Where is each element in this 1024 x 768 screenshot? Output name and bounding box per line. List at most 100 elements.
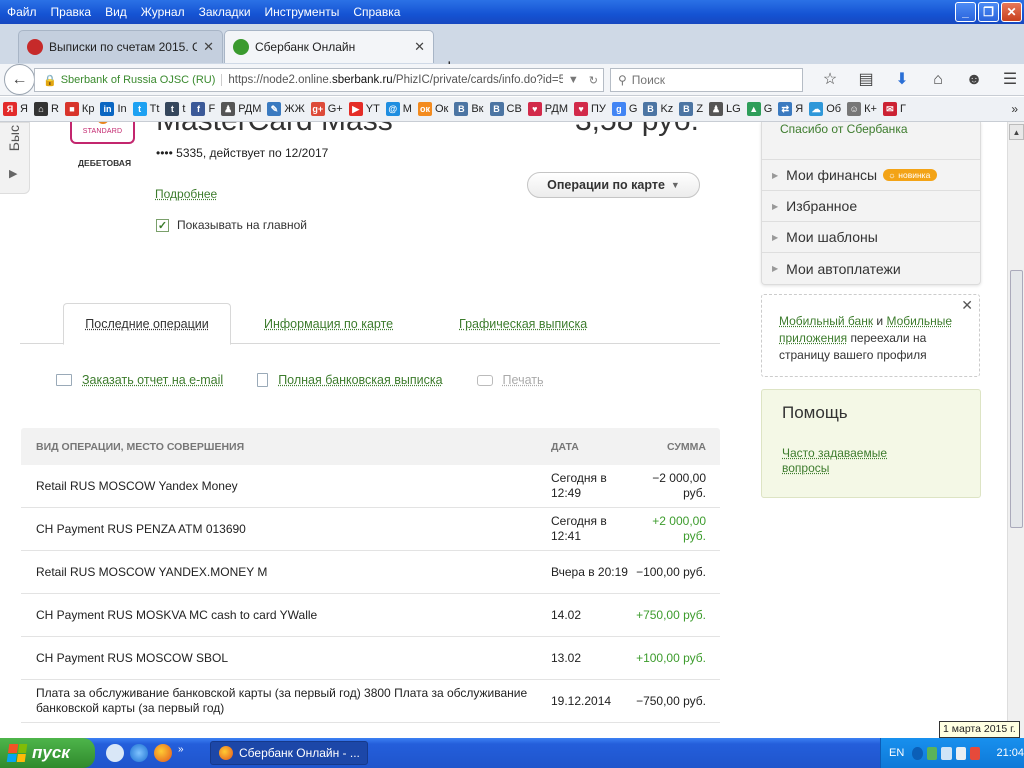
table-row[interactable]: Retail RUS MOSCOW Yandex Money Сегодня в … xyxy=(21,465,720,508)
bookmark-item[interactable]: fF xyxy=(191,102,215,116)
full-statement-action[interactable]: Полная банковская выписка xyxy=(257,373,443,387)
back-button[interactable]: ← xyxy=(4,64,35,95)
bookmark-item[interactable]: gG xyxy=(611,102,637,116)
details-link[interactable]: Подробнее xyxy=(155,187,217,201)
sidebar-item-favorites[interactable]: ▶ Избранное xyxy=(762,191,980,222)
bookmark-item[interactable]: ЯЯ xyxy=(3,102,28,116)
tray-arrow-icon[interactable] xyxy=(912,746,923,760)
maximize-button[interactable]: ❐ xyxy=(978,2,999,22)
url-text[interactable]: https://node2.online.sberbank.ru/PhizIC/… xyxy=(222,74,563,86)
download-icon[interactable]: ⬇ xyxy=(884,68,920,92)
close-icon[interactable]: ✕ xyxy=(414,39,425,55)
bookmark-item[interactable]: ♟ РДМ xyxy=(221,102,261,116)
bookmark-label: М xyxy=(402,103,412,115)
explorer-icon[interactable] xyxy=(106,744,124,762)
bookmark-item[interactable]: ♥ ПУ xyxy=(574,102,606,116)
menu-file[interactable]: Файл xyxy=(0,5,44,19)
smiley-icon[interactable]: ☻ xyxy=(956,68,992,92)
bookmark-item[interactable]: ☺ К+ xyxy=(847,102,877,116)
close-icon[interactable]: ✕ xyxy=(961,297,973,314)
dropdown-arrow-icon[interactable]: ▼ xyxy=(563,74,584,86)
bookmark-item[interactable]: g+ G+ xyxy=(310,102,343,116)
quick-launch-more[interactable]: » xyxy=(178,744,184,762)
internet-icon[interactable] xyxy=(130,744,148,762)
bookmark-item[interactable]: tt xyxy=(165,102,185,116)
search-input[interactable] xyxy=(631,73,792,87)
reading-list-icon[interactable]: ▤ xyxy=(848,68,884,92)
bookmark-item[interactable]: @ М xyxy=(385,102,412,116)
tab-graphic-statement[interactable]: Графическая выписка xyxy=(459,303,587,344)
show-on-main-checkbox[interactable]: ✓ xyxy=(156,218,169,232)
show-on-main-option[interactable]: ✓ Показывать на главной xyxy=(156,218,307,232)
bookmark-item[interactable]: ■ Кр xyxy=(64,102,94,116)
menu-tools[interactable]: Инструменты xyxy=(258,5,347,19)
bookmarks-more-button[interactable]: » xyxy=(1011,102,1018,116)
print-action[interactable]: Печать xyxy=(476,373,544,387)
table-row[interactable]: CH Payment RUS PENZA ATM 013690 Сегодня в… xyxy=(21,508,720,551)
menu-help[interactable]: Справка xyxy=(346,5,407,19)
clock[interactable]: 21:04 xyxy=(996,747,1024,759)
bookmark-item[interactable]: in In xyxy=(100,102,127,116)
scroll-up-arrow-icon[interactable]: ▲ xyxy=(1009,124,1024,140)
browser-menubar: Файл Правка Вид Журнал Закладки Инструме… xyxy=(0,0,1024,24)
monitor-icon[interactable] xyxy=(941,746,952,760)
tab-recent-operations[interactable]: Последние операции xyxy=(63,303,231,345)
table-row[interactable]: CH Payment RUS MOSCOW SBOL 13.02 +100,00 р… xyxy=(21,637,720,680)
side-quick-panel[interactable]: Быс ▶ xyxy=(0,122,30,194)
bookmark-item[interactable]: ☁ Об xyxy=(809,102,841,116)
tab-card-info[interactable]: Информация по карте xyxy=(264,303,393,344)
bookmark-item[interactable]: ⇄ Я xyxy=(778,102,803,116)
bookmark-item[interactable]: В Kz xyxy=(643,102,673,116)
menu-view[interactable]: Вид xyxy=(98,5,134,19)
bookmark-item[interactable]: ⌂ R xyxy=(33,102,59,116)
network-icon[interactable] xyxy=(926,746,938,760)
hamburger-menu-icon[interactable]: ☰ xyxy=(992,68,1024,92)
url-bar[interactable]: 🔒 Sberbank of Russia OJSC (RU) https://n… xyxy=(34,68,604,92)
scrollbar-thumb[interactable] xyxy=(1010,270,1023,528)
vertical-scrollbar[interactable]: ▲ xyxy=(1007,122,1024,738)
bookmark-item[interactable]: ▲ G xyxy=(746,102,772,116)
bookmark-item[interactable]: В СВ xyxy=(489,102,522,116)
star-icon[interactable]: ☆ xyxy=(812,68,848,92)
table-row[interactable]: Плата за обслуживание банковской карты (… xyxy=(21,680,720,723)
bookmark-item[interactable]: t Tt xyxy=(132,102,159,116)
reload-icon[interactable]: ↻ xyxy=(584,74,603,87)
menu-history[interactable]: Журнал xyxy=(134,5,192,19)
bookmark-item[interactable]: ✎ ЖЖ xyxy=(267,102,305,116)
bookmark-item[interactable]: ▶ YT xyxy=(348,102,380,116)
spasibo-link[interactable]: Спасибо от Сбербанка xyxy=(762,122,980,160)
close-icon[interactable]: ✕ xyxy=(203,39,214,55)
card-operations-button[interactable]: Операции по карте ▼ xyxy=(527,172,700,198)
security-icon[interactable] xyxy=(970,746,981,760)
search-bar[interactable]: ⚲ xyxy=(610,68,803,92)
bookmark-item[interactable]: ♥ РДМ xyxy=(527,102,568,116)
menu-bookmarks[interactable]: Закладки xyxy=(192,5,258,19)
home-icon[interactable]: ⌂ xyxy=(920,68,956,92)
site-identity[interactable]: Sberbank of Russia OJSC (RU) xyxy=(61,74,223,86)
faq-link[interactable]: Часто задаваемые вопросы xyxy=(782,446,912,476)
language-indicator[interactable]: EN xyxy=(889,747,904,759)
bookmark-item[interactable]: ♟ LG xyxy=(709,102,741,116)
minimize-button[interactable]: _ xyxy=(955,2,976,22)
start-button[interactable]: пуск xyxy=(0,738,95,768)
taskbar-window-sberbank[interactable]: Сбербанк Онлайн - ... xyxy=(210,741,368,765)
table-row[interactable]: CH Payment RUS MOSKVA MC cash to card YW… xyxy=(21,594,720,637)
volume-icon[interactable] xyxy=(955,746,967,760)
email-report-action[interactable]: Заказать отчет на e-mail xyxy=(56,373,223,387)
bookmark-item[interactable]: ВZ xyxy=(679,102,703,116)
sidebar-item-templates[interactable]: ▶ Мои шаблоны xyxy=(762,222,980,253)
tab-statements[interactable]: Выписки по счетам 2015. Сб... ✕ xyxy=(18,30,223,63)
chevron-right-icon[interactable]: ▶ xyxy=(9,167,17,180)
mobile-bank-link[interactable]: Мобильный банк xyxy=(779,314,873,328)
table-row[interactable]: Retail RUS MOSCOW YANDEX.MONEY M Вчера в … xyxy=(21,551,720,594)
firefox-icon[interactable] xyxy=(154,744,172,762)
menu-edit[interactable]: Правка xyxy=(44,5,99,19)
tab-sberbank-online[interactable]: Сбербанк Онлайн ✕ xyxy=(224,30,434,63)
sidebar-item-autopayments[interactable]: ▶ Мои автоплатежи xyxy=(762,253,980,284)
bookmark-favicon-icon: ☺ xyxy=(847,102,862,116)
bookmark-item[interactable]: ✉ Г xyxy=(882,102,906,116)
sidebar-item-my-finances[interactable]: ▶ Мои финансы ☼ новинка xyxy=(762,160,980,191)
bookmark-item[interactable]: ок Ок xyxy=(417,102,448,116)
close-window-button[interactable]: ✕ xyxy=(1001,2,1022,22)
bookmark-item[interactable]: В Вк xyxy=(454,102,484,116)
